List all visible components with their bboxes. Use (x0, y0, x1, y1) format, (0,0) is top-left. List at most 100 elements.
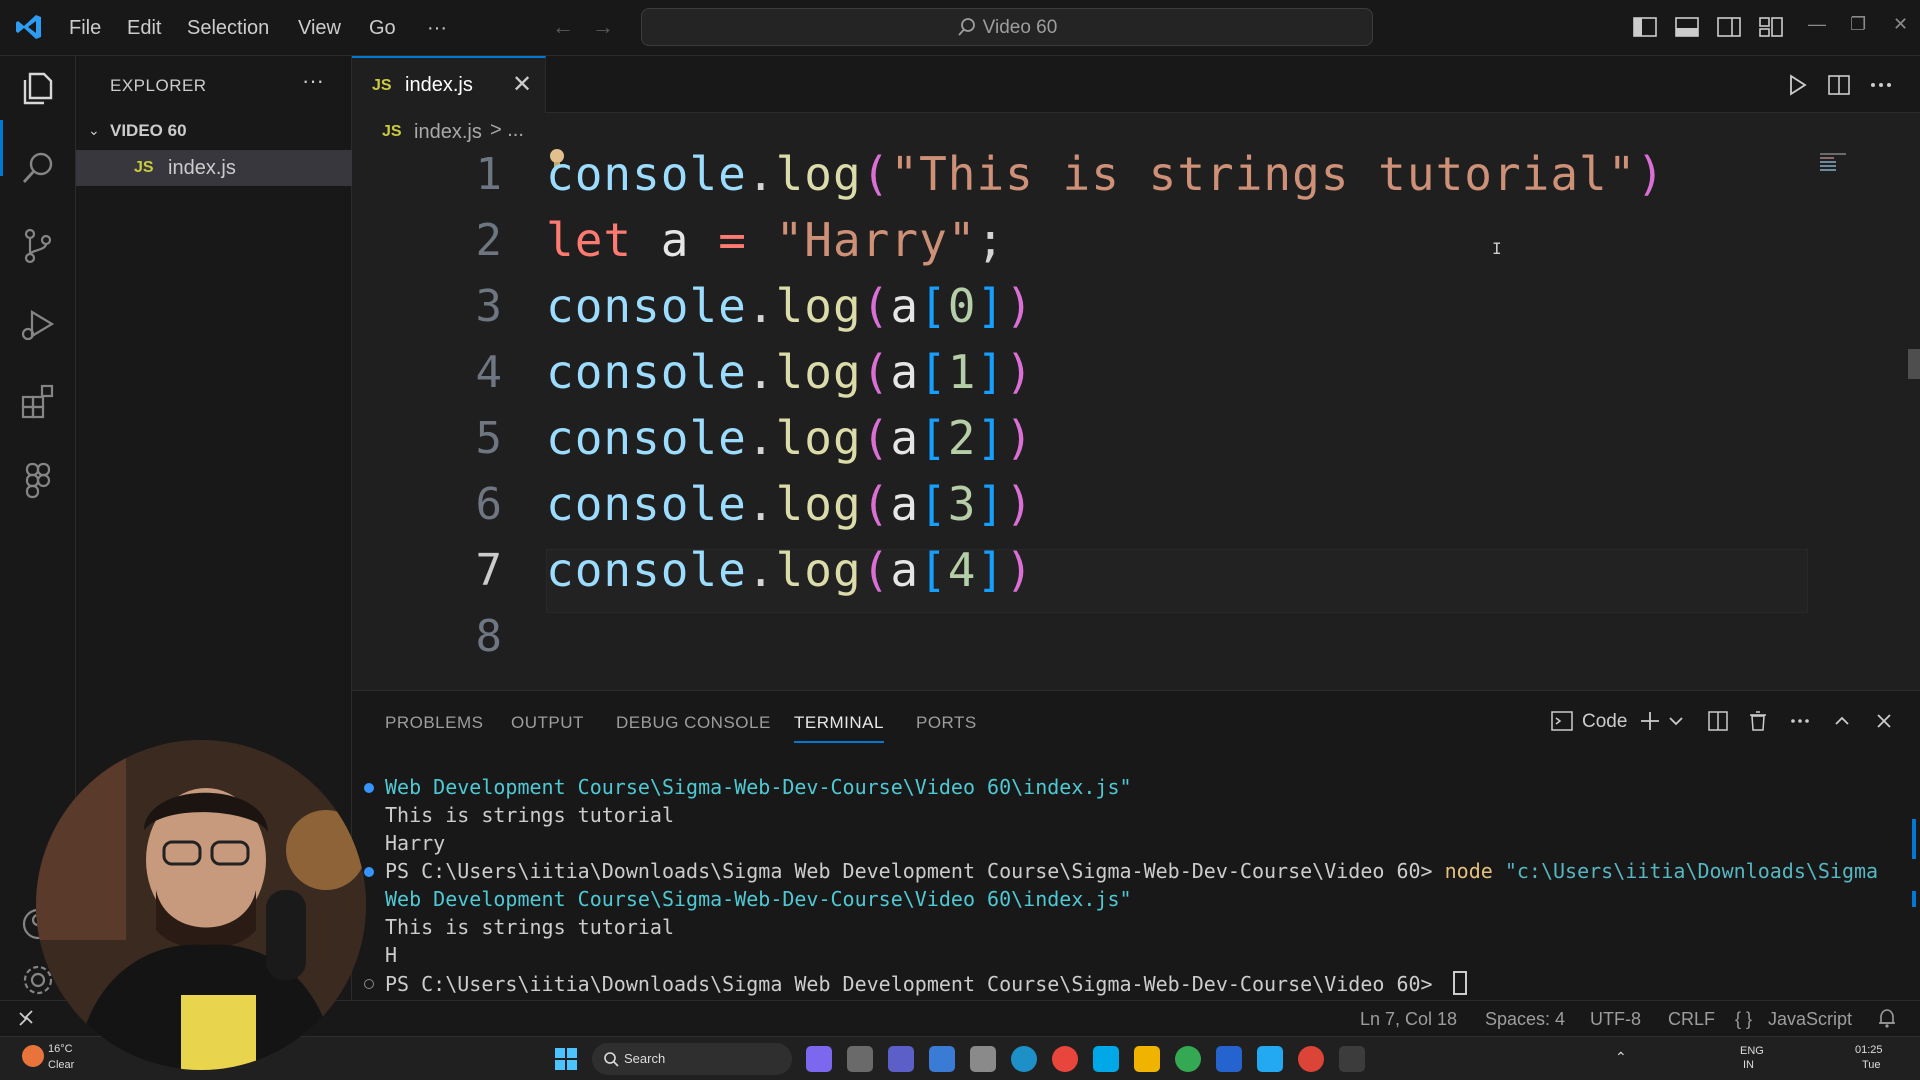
panel-more-icon[interactable] (1788, 709, 1812, 733)
forward-arrow-icon[interactable]: → (592, 14, 632, 39)
code-token: a (890, 345, 920, 399)
code-token: ) (1005, 411, 1034, 465)
run-debug-icon[interactable] (18, 304, 58, 344)
terminal-text: This is strings tutorial (385, 915, 674, 939)
tab-index-js[interactable]: JS index.js ✕ (352, 56, 546, 113)
code-token: . (746, 279, 776, 333)
panel-tab-problems[interactable]: PROBLEMS (385, 713, 483, 733)
trash-icon[interactable] (1746, 709, 1770, 733)
windows-start-icon[interactable] (553, 1046, 579, 1072)
chrome-icon[interactable] (1052, 1046, 1078, 1072)
panel-tab-debug-console[interactable]: DEBUG CONSOLE (616, 713, 771, 733)
webcam-overlay (36, 740, 366, 1070)
split-terminal-icon[interactable] (1706, 709, 1730, 733)
vscode-taskbar-icon[interactable] (1257, 1046, 1283, 1072)
menu-view[interactable]: View (298, 0, 341, 56)
maximize-panel-icon[interactable] (1830, 709, 1854, 733)
menu-go[interactable]: Go (369, 0, 396, 56)
skype-icon[interactable] (1093, 1046, 1119, 1072)
menu-edit[interactable]: Edit (127, 0, 161, 56)
weather-icon[interactable] (22, 1045, 44, 1067)
language-mode[interactable]: JavaScript (1768, 1009, 1852, 1030)
explorer-more-icon[interactable]: ··· (302, 68, 324, 94)
task-view-icon[interactable] (847, 1046, 873, 1072)
notifications-bell-icon[interactable] (1876, 1007, 1898, 1029)
menu-more[interactable]: ··· (427, 0, 447, 56)
figma-extension-icon[interactable] (18, 460, 58, 500)
terminal-command-decoration[interactable] (364, 979, 374, 989)
back-arrow-icon[interactable]: ← (552, 14, 592, 39)
chrome-profile-icon[interactable] (1175, 1046, 1201, 1072)
active-indicator (0, 120, 3, 176)
todo-icon[interactable] (1216, 1046, 1242, 1072)
more-actions-icon[interactable] (1868, 72, 1894, 98)
code-line: console.log(a[1]) (546, 345, 1034, 399)
copilot-icon[interactable] (806, 1046, 832, 1072)
file-item-index-js[interactable]: JS index.js (76, 150, 352, 186)
js-file-icon: JS (134, 159, 154, 176)
code-token: 3 (947, 477, 977, 531)
new-terminal-plus-icon[interactable] (1638, 709, 1662, 733)
remote-indicator[interactable] (0, 1001, 52, 1036)
folder-row[interactable]: ⌄ VIDEO 60 (76, 116, 352, 146)
chevron-down-icon[interactable] (1664, 709, 1688, 733)
file-explorer-icon[interactable] (1134, 1046, 1160, 1072)
code-editor[interactable]: I 12345678 console.log("This is strings … (352, 147, 1920, 690)
language-indicator-top[interactable]: ENG (1740, 1045, 1764, 1057)
nav-arrows: ←→ (552, 14, 632, 40)
clock-day: Tue (1862, 1059, 1881, 1071)
tray-chevron-up-icon[interactable]: ⌃ (1615, 1049, 1627, 1066)
run-file-icon[interactable] (1784, 72, 1810, 98)
terminal-app-icon[interactable] (1339, 1046, 1365, 1072)
terminal-icon (1551, 711, 1573, 731)
close-window-icon[interactable]: ✕ (1893, 14, 1908, 35)
customize-layout-icon[interactable] (1758, 14, 1784, 40)
explorer-files-icon[interactable] (18, 68, 58, 108)
terminal-output[interactable]: Web Development Course\Sigma-Web-Dev-Cou… (352, 775, 1920, 997)
code-token: log (775, 543, 862, 597)
command-center-search[interactable]: Video 60 (641, 8, 1373, 46)
end-of-line[interactable]: CRLF (1668, 1009, 1715, 1030)
vscode-logo-icon (16, 15, 41, 39)
split-editor-icon[interactable] (1826, 72, 1852, 98)
restore-icon[interactable]: ❐ (1850, 14, 1866, 35)
terminal-command-decoration[interactable] (364, 783, 374, 793)
edge-icon[interactable] (1011, 1046, 1037, 1072)
source-control-icon[interactable] (18, 226, 58, 266)
calendar-app-icon[interactable] (929, 1046, 955, 1072)
toggle-panel-icon[interactable] (1674, 14, 1700, 40)
terminal-name[interactable]: Code (1582, 711, 1627, 733)
encoding[interactable]: UTF-8 (1590, 1009, 1641, 1030)
editor-scrollbar[interactable] (1908, 349, 1920, 379)
code-token: a (632, 213, 719, 267)
panel-tab-terminal[interactable]: TERMINAL (794, 713, 884, 743)
breadcrumb-file[interactable]: index.js (414, 121, 482, 144)
code-token: log (775, 477, 862, 531)
indentation[interactable]: Spaces: 4 (1485, 1009, 1565, 1030)
code-token: log (775, 411, 862, 465)
panel-tab-output[interactable]: OUTPUT (511, 713, 584, 733)
close-tab-icon[interactable]: ✕ (512, 70, 532, 99)
extensions-icon[interactable] (18, 382, 58, 422)
menu-file[interactable]: File (69, 0, 101, 56)
clock-time[interactable]: 01:25 (1855, 1044, 1883, 1056)
breadcrumb-symbols[interactable]: > ... (490, 119, 524, 142)
terminal-command-decoration[interactable] (364, 867, 374, 877)
toggle-secondary-sidebar-icon[interactable] (1716, 14, 1742, 40)
chevron-down-icon: ⌄ (88, 122, 100, 138)
taskbar-search[interactable]: Search (592, 1043, 792, 1075)
panel-tab-ports[interactable]: PORTS (916, 713, 977, 733)
code-token: . (746, 345, 776, 399)
chrome-canary-icon[interactable] (1298, 1046, 1324, 1072)
minimize-icon[interactable]: — (1808, 14, 1826, 35)
terminal-text: node (1444, 859, 1505, 883)
teams-icon[interactable] (888, 1046, 914, 1072)
menu-selection[interactable]: Selection (187, 0, 269, 56)
settings-app-icon[interactable] (970, 1046, 996, 1072)
search-activity-icon[interactable] (18, 148, 58, 188)
code-token: ] (976, 543, 1006, 597)
minimap[interactable] (1820, 153, 1846, 173)
close-panel-icon[interactable] (1872, 709, 1896, 733)
cursor-position[interactable]: Ln 7, Col 18 (1360, 1009, 1457, 1030)
toggle-primary-sidebar-icon[interactable] (1632, 14, 1658, 40)
